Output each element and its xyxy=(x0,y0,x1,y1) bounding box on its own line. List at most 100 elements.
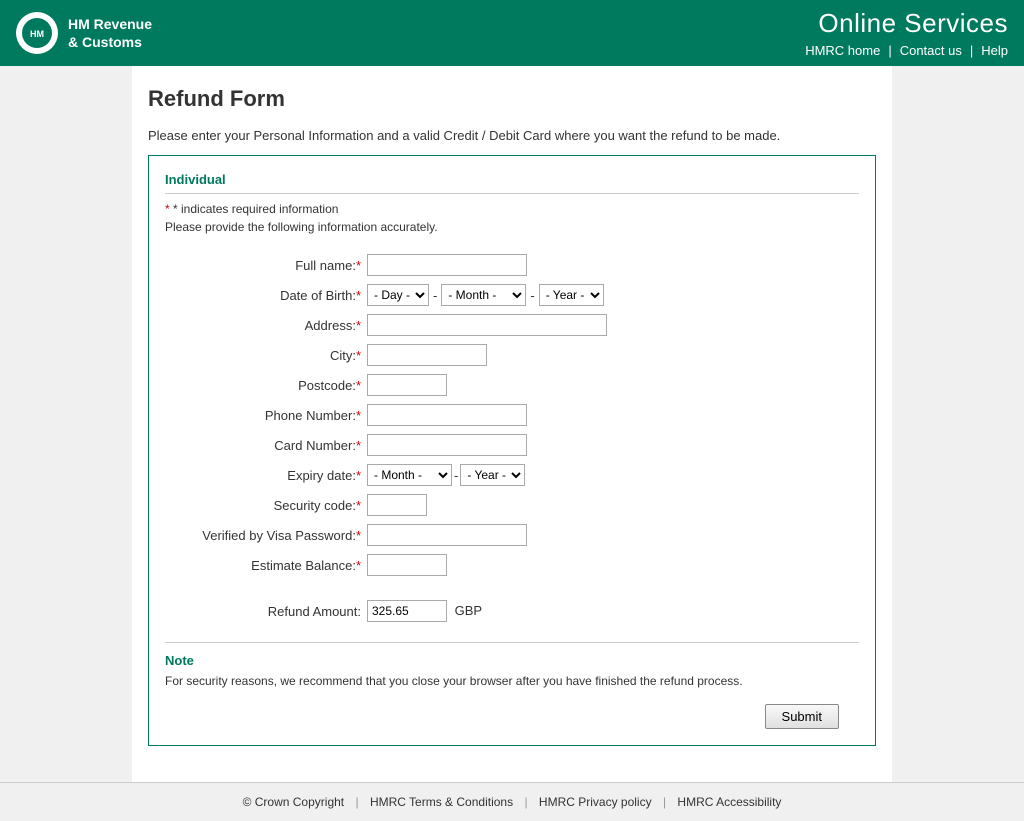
postcode-field-cell xyxy=(365,370,859,400)
refund-input[interactable] xyxy=(367,600,447,622)
hmrc-logo-icon: HM xyxy=(16,12,58,54)
form-table: Full name:* Date of Birth:* - Day -12345… xyxy=(165,250,859,626)
balance-row: Estimate Balance:* xyxy=(165,550,859,580)
balance-required: * xyxy=(356,558,361,573)
city-field-cell xyxy=(365,340,859,370)
fullname-row: Full name:* xyxy=(165,250,859,280)
phone-required: * xyxy=(356,408,361,423)
phone-label: Phone Number:* xyxy=(165,400,365,430)
submit-button[interactable]: Submit xyxy=(765,704,839,729)
section-title: Individual xyxy=(165,172,859,194)
footer-sep1: | xyxy=(355,795,358,809)
nav-contact-link[interactable]: Contact us xyxy=(900,43,962,58)
page-title: Refund Form xyxy=(148,86,876,112)
dob-month-select[interactable]: - Month -JanuaryFebruaryMarchAprilMayJun… xyxy=(441,284,526,306)
required-star: * xyxy=(165,202,170,216)
visa-required: * xyxy=(356,528,361,543)
dob-year-select[interactable]: - Year -19401950196019701980199020002010 xyxy=(539,284,604,306)
city-required: * xyxy=(356,348,361,363)
city-label: City:* xyxy=(165,340,365,370)
fullname-required: * xyxy=(356,258,361,273)
footer-sep3: | xyxy=(663,795,666,809)
postcode-label: Postcode:* xyxy=(165,370,365,400)
spacer-row xyxy=(165,580,859,590)
expiry-required: * xyxy=(356,468,361,483)
address-required: * xyxy=(356,318,361,333)
header-right: Online Services HMRC home | Contact us |… xyxy=(789,0,1024,66)
postcode-row: Postcode:* xyxy=(165,370,859,400)
dob-group: - Day -123456789101112131415161718192021… xyxy=(367,284,855,306)
refund-row: Refund Amount: GBP xyxy=(165,590,859,626)
refund-currency: GBP xyxy=(455,603,482,618)
expiry-label: Expiry date:* xyxy=(165,460,365,490)
note-section: Note For security reasons, we recommend … xyxy=(165,642,859,729)
accurate-note: Please provide the following information… xyxy=(165,220,859,234)
address-label: Address:* xyxy=(165,310,365,340)
phone-input[interactable] xyxy=(367,404,527,426)
dob-row: Date of Birth:* - Day -12345678910111213… xyxy=(165,280,859,310)
balance-label: Estimate Balance:* xyxy=(165,550,365,580)
refund-field-cell: GBP xyxy=(365,590,859,626)
security-field-cell xyxy=(365,490,859,520)
note-text: For security reasons, we recommend that … xyxy=(165,674,859,688)
form-container: Individual * * indicates required inform… xyxy=(148,155,876,746)
expiry-sep: - xyxy=(454,468,458,483)
card-field-cell xyxy=(365,430,859,460)
note-title: Note xyxy=(165,653,859,668)
balance-field-cell xyxy=(365,550,859,580)
fullname-label: Full name:* xyxy=(165,250,365,280)
main-content: Refund Form Please enter your Personal I… xyxy=(132,66,892,782)
footer-sep2: | xyxy=(524,795,527,809)
nav-home-link[interactable]: HMRC home xyxy=(805,43,880,58)
dob-sep1: - xyxy=(433,288,437,303)
phone-field-cell xyxy=(365,400,859,430)
card-input[interactable] xyxy=(367,434,527,456)
dob-label: Date of Birth:* xyxy=(165,280,365,310)
address-input[interactable] xyxy=(367,314,607,336)
card-required: * xyxy=(356,438,361,453)
footer-accessibility-link[interactable]: HMRC Accessibility xyxy=(677,795,781,809)
footer-terms-link[interactable]: HMRC Terms & Conditions xyxy=(370,795,513,809)
visa-input[interactable] xyxy=(367,524,527,546)
copyright-text: © Crown Copyright xyxy=(243,795,345,809)
dob-required: * xyxy=(356,288,361,303)
expiry-group: - Month -JanuaryFebruaryMarchAprilMayJun… xyxy=(367,464,855,486)
page-header: HM HM Revenue & Customs Online Services … xyxy=(0,0,1024,66)
nav-sep-2: | xyxy=(970,43,973,58)
intro-text: Please enter your Personal Information a… xyxy=(148,128,876,143)
security-required: * xyxy=(356,498,361,513)
svg-text:HM: HM xyxy=(30,29,44,39)
city-row: City:* xyxy=(165,340,859,370)
expiry-month-select[interactable]: - Month -JanuaryFebruaryMarchAprilMayJun… xyxy=(367,464,452,486)
dob-sep2: - xyxy=(530,288,534,303)
security-input[interactable] xyxy=(367,494,427,516)
nav-sep-1: | xyxy=(888,43,891,58)
phone-row: Phone Number:* xyxy=(165,400,859,430)
dob-day-select[interactable]: - Day -123456789101112131415161718192021… xyxy=(367,284,429,306)
nav-help-link[interactable]: Help xyxy=(981,43,1008,58)
security-row: Security code:* xyxy=(165,490,859,520)
logo-text: HM Revenue & Customs xyxy=(68,15,152,51)
city-input[interactable] xyxy=(367,344,487,366)
submit-row: Submit xyxy=(165,704,859,729)
visa-field-cell xyxy=(365,520,859,550)
expiry-year-select[interactable]: - Year -2024202520262027202820292030 xyxy=(460,464,525,486)
header-nav: HMRC home | Contact us | Help xyxy=(805,43,1008,58)
balance-input[interactable] xyxy=(367,554,447,576)
postcode-required: * xyxy=(356,378,361,393)
address-field-cell xyxy=(365,310,859,340)
dob-field-cell: - Day -123456789101112131415161718192021… xyxy=(365,280,859,310)
footer-privacy-link[interactable]: HMRC Privacy policy xyxy=(539,795,652,809)
card-label: Card Number:* xyxy=(165,430,365,460)
site-title: Online Services xyxy=(818,8,1008,39)
refund-label: Refund Amount: xyxy=(165,590,365,626)
fullname-input[interactable] xyxy=(367,254,527,276)
security-label: Security code:* xyxy=(165,490,365,520)
postcode-input[interactable] xyxy=(367,374,447,396)
fullname-field-cell xyxy=(365,250,859,280)
logo-area: HM HM Revenue & Customs xyxy=(0,0,168,66)
required-note: * * indicates required information xyxy=(165,202,859,216)
page-footer: © Crown Copyright | HMRC Terms & Conditi… xyxy=(0,782,1024,821)
expiry-field-cell: - Month -JanuaryFebruaryMarchAprilMayJun… xyxy=(365,460,859,490)
visa-label: Verified by Visa Password:* xyxy=(165,520,365,550)
